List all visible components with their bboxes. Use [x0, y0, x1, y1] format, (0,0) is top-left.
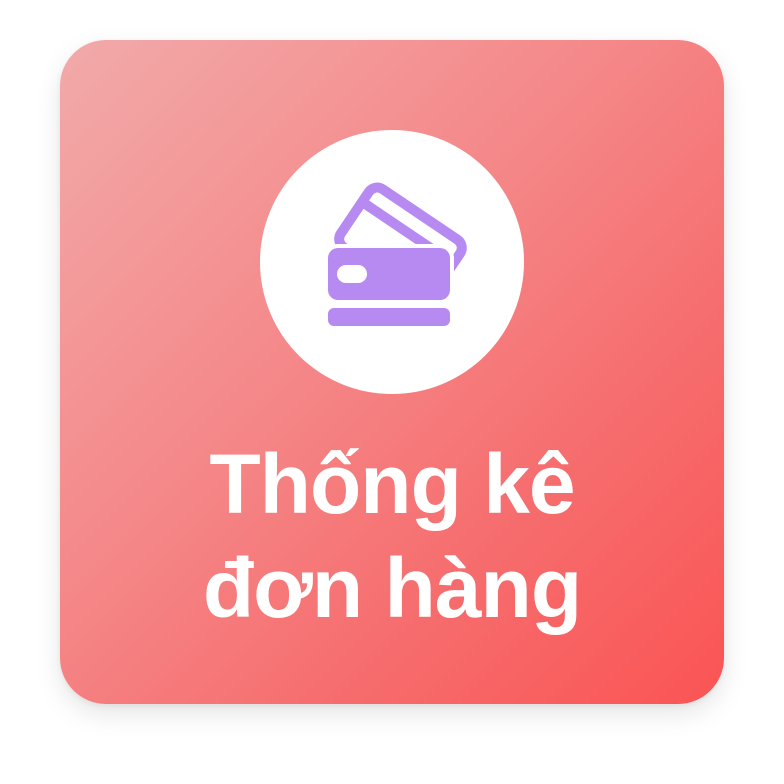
tile-title-line2: đơn hàng — [202, 541, 582, 635]
order-statistics-tile[interactable]: Thống kê đơn hàng — [60, 40, 724, 704]
icon-badge — [260, 130, 524, 394]
tile-title-line1: Thống kê — [209, 437, 575, 531]
tile-title: Thống kê đơn hàng — [60, 432, 724, 640]
credit-cards-icon — [324, 182, 467, 328]
